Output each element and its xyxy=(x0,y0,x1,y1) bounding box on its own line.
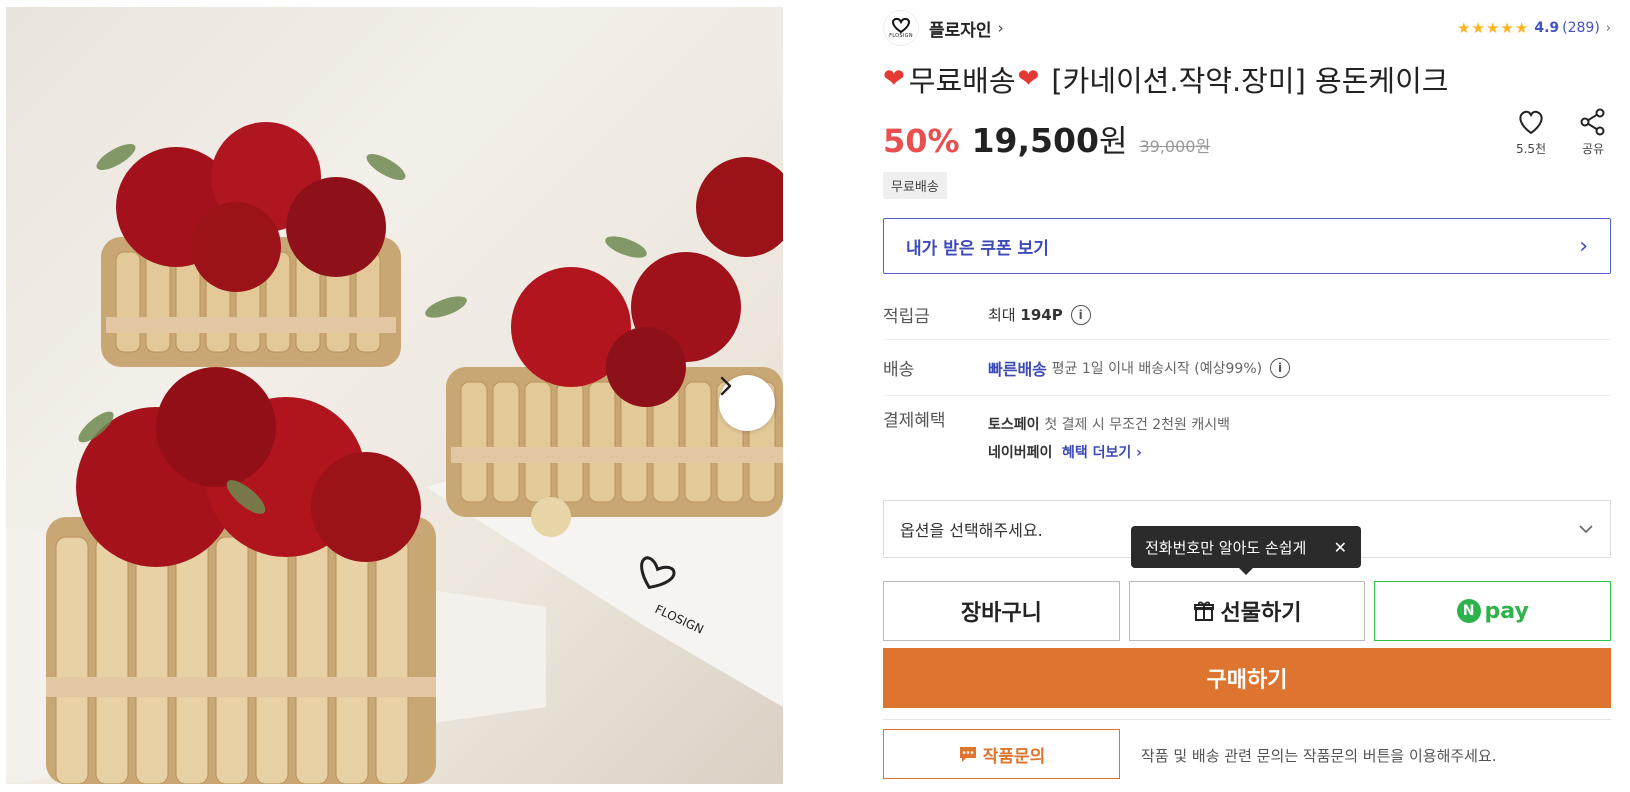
review-count: (289) xyxy=(1562,20,1600,36)
chevron-right-icon: › xyxy=(1579,233,1588,259)
shipping-type: 빠른배송 xyxy=(988,359,1047,379)
toss-detail: 첫 결제 시 무조건 2천원 캐시백 xyxy=(1044,417,1231,433)
brand-logo-text: FLOSIGN xyxy=(889,33,913,39)
sale-price: 19,500원 xyxy=(972,116,1128,161)
original-price: 39,000원 xyxy=(1139,137,1211,156)
image-next-button[interactable] xyxy=(719,375,775,431)
gift-icon xyxy=(1193,601,1214,621)
cart-button[interactable]: 장바구니 xyxy=(883,581,1120,641)
benefits-label: 결제혜택 xyxy=(883,411,946,431)
cart-label: 장바구니 xyxy=(960,601,1042,626)
product-image: FLOSIGN xyxy=(6,7,783,784)
tooltip-text: 전화번호만 알아도 손쉽게 xyxy=(1145,538,1307,557)
divider xyxy=(883,719,1611,720)
points-amount: 194P xyxy=(1020,305,1063,324)
gift-button[interactable]: 선물하기 xyxy=(1128,581,1366,641)
heart-logo-icon xyxy=(892,17,910,33)
chevron-right-icon[interactable]: › xyxy=(998,19,1004,37)
brand-logo[interactable]: FLOSIGN xyxy=(883,10,919,46)
npay-label: pay xyxy=(1484,598,1529,624)
shipping-value: 빠른배송 평균 1일 이내 배송시작 (예상99%) i xyxy=(988,356,1291,380)
product-title: ❤ 무료배송 ❤ [카네이션.작약.장미] 용돈케이크 xyxy=(883,58,1448,100)
chevron-right-icon xyxy=(720,376,732,396)
shipping-row: 배송 빠른배송 평균 1일 이내 배송시작 (예상99%) i xyxy=(883,340,1611,396)
chat-bubble-icon xyxy=(959,747,976,762)
like-count: 5.5천 xyxy=(1515,142,1547,156)
price-row: 50% 19,500원 39,000원 xyxy=(883,116,1210,161)
chevron-right-icon: › xyxy=(1605,20,1611,36)
buy-button[interactable]: 구매하기 xyxy=(883,648,1611,708)
info-icon[interactable]: i xyxy=(1070,304,1091,325)
points-prefix: 최대 xyxy=(988,306,1016,324)
star-rating-icon: ★★★★★ xyxy=(1457,19,1530,37)
npay-button[interactable]: N pay xyxy=(1374,581,1612,641)
naver-n-icon: N xyxy=(1456,599,1481,623)
free-shipping-badge: 무료배송 xyxy=(883,172,947,199)
points-value: 최대 194P i xyxy=(988,304,1091,325)
title-product-name: [카네이션.작약.장미] 용돈케이크 xyxy=(1051,64,1449,98)
npay-tooltip: 전화번호만 알아도 손쉽게 ✕ xyxy=(1131,526,1361,575)
gift-label: 선물하기 xyxy=(1220,601,1302,626)
naver-name: 네이버페이 xyxy=(988,445,1053,461)
heart-emoji-icon: ❤ xyxy=(1017,64,1040,94)
title-free-shipping: 무료배송 xyxy=(908,64,1016,98)
toss-name: 토스페이 xyxy=(988,417,1040,433)
naver-benefit-link[interactable]: 혜택 더보기 › xyxy=(1062,442,1142,462)
product-info-panel: FLOSIGN 플로자인 › ★★★★★ 4.9 (289) › ❤ 무료배송 … xyxy=(883,0,1612,792)
close-icon[interactable]: ✕ xyxy=(1334,538,1347,557)
toss-benefit: 토스페이 첫 결제 시 무조건 2천원 캐시백 xyxy=(988,414,1230,434)
heart-outline-icon xyxy=(1519,110,1543,135)
shipping-label: 배송 xyxy=(883,360,915,380)
share-icon xyxy=(1580,108,1605,136)
currency-unit: 원 xyxy=(1098,124,1128,160)
chevron-down-icon xyxy=(1579,525,1593,534)
share-button[interactable]: 공유 xyxy=(1575,108,1611,157)
purchase-buttons: 장바구니 선물하기 N pay xyxy=(883,581,1612,641)
brand-name[interactable]: 플로자인 xyxy=(929,16,992,41)
rating-score: 4.9 xyxy=(1534,20,1560,36)
benefits-list: 토스페이 첫 결제 시 무조건 2천원 캐시백 네이버페이 혜택 더보기 › xyxy=(988,404,1230,462)
sale-price-amount: 19,500 xyxy=(971,121,1099,160)
naver-benefit: 네이버페이 혜택 더보기 › xyxy=(988,442,1230,462)
points-label: 적립금 xyxy=(883,307,930,327)
brand-row: FLOSIGN 플로자인 › ★★★★★ 4.9 (289) › xyxy=(883,10,1611,46)
like-button[interactable]: 5.5천 xyxy=(1513,108,1549,157)
inquiry-button[interactable]: 작품문의 xyxy=(883,729,1120,779)
shipping-detail: 평균 1일 이내 배송시작 (예상99%) xyxy=(1051,360,1263,377)
option-placeholder: 옵션을 선택해주세요. xyxy=(900,521,1043,540)
info-icon[interactable]: i xyxy=(1270,357,1291,378)
buy-label: 구매하기 xyxy=(1206,668,1288,693)
coupon-label: 내가 받은 쿠폰 보기 xyxy=(906,238,1049,259)
share-label: 공유 xyxy=(1581,142,1605,156)
inquiry-note: 작품 및 배송 관련 문의는 작품문의 버튼을 이용해주세요. xyxy=(1141,747,1497,765)
heart-emoji-icon: ❤ xyxy=(883,64,905,94)
rating[interactable]: ★★★★★ 4.9 (289) › xyxy=(1457,19,1611,37)
product-photo-illustration: FLOSIGN xyxy=(6,122,783,784)
discount-rate: 50% xyxy=(883,122,960,160)
action-icons: 5.5천 공유 xyxy=(1513,108,1611,157)
coupon-button[interactable]: 내가 받은 쿠폰 보기 › xyxy=(883,218,1611,274)
points-row: 적립금 최대 194P i xyxy=(883,290,1611,340)
inquiry-label: 작품문의 xyxy=(982,746,1046,767)
payment-benefits-row: 결제혜택 토스페이 첫 결제 시 무조건 2천원 캐시백 네이버페이 혜택 더보… xyxy=(883,404,1611,480)
